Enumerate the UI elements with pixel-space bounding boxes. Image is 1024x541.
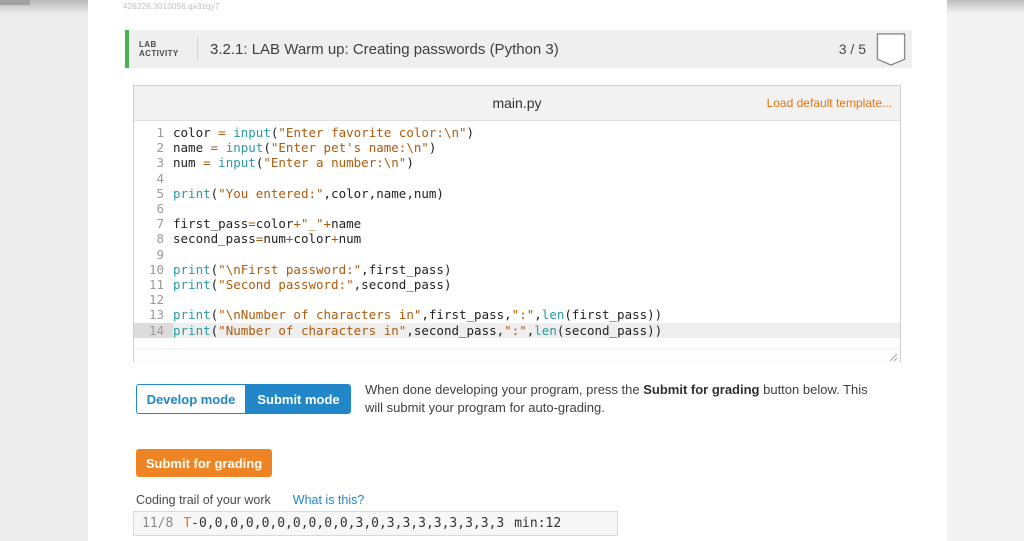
code-line[interactable]: 6 <box>134 201 900 216</box>
line-code: print("You entered:",color,name,num) <box>173 185 444 201</box>
line-number: 11 <box>148 277 164 293</box>
instructions-text: When done developing your program, press… <box>365 381 877 417</box>
page-left-margin <box>0 0 88 541</box>
line-number: 13 <box>148 307 164 323</box>
line-number: 6 <box>156 201 164 217</box>
develop-mode-button[interactable]: Develop mode <box>136 384 246 414</box>
line-number: 2 <box>156 140 164 156</box>
line-code: print("\nFirst password:",first_pass) <box>173 261 452 277</box>
coding-trail-row: Coding trail of your work What is this? <box>136 493 364 507</box>
editor-header: main.py Load default template... <box>134 86 900 121</box>
code-line[interactable]: 8 second_pass=num+color+num <box>134 231 900 246</box>
activity-title: 3.2.1: LAB Warm up: Creating passwords (… <box>210 40 559 58</box>
page-right-margin <box>947 0 1024 541</box>
submit-for-grading-button[interactable]: Submit for grading <box>136 449 272 477</box>
document-id: 426226.3010056.qx3zqy7 <box>123 2 220 11</box>
line-number: 5 <box>156 185 164 201</box>
bookmark-icon[interactable] <box>876 32 906 66</box>
line-number: 4 <box>156 170 164 186</box>
line-number: 1 <box>156 125 164 140</box>
line-code: color = input("Enter favorite color:\n") <box>173 125 475 140</box>
instructions-before: When done developing your program, press… <box>365 382 644 397</box>
code-line[interactable]: 3 num = input("Enter a number:\n") <box>134 155 900 170</box>
coding-trail-box: 11/8 T -0,0,0,0,0,0,0,0,0,0,3,0,3,3,3,3,… <box>133 511 618 536</box>
line-number: 8 <box>156 231 164 247</box>
code-line[interactable]: 5 print("You entered:",color,name,num) <box>134 186 900 201</box>
line-code: print("Number of characters in",second_p… <box>173 322 900 338</box>
line-number: 14 <box>134 322 173 338</box>
code-line[interactable]: 13 print("\nNumber of characters in",firs… <box>134 307 900 322</box>
code-line[interactable]: 12 <box>134 292 900 307</box>
trail-ratio: 11/8 <box>142 516 174 531</box>
lab-activity-kicker: LAB ACTIVITY <box>139 40 195 58</box>
code-line[interactable]: 1 color = input("Enter favorite color:\n"… <box>134 125 900 140</box>
code-area[interactable]: 1 color = input("Enter favorite color:\n"… <box>134 121 900 348</box>
code-line[interactable]: 14 print("Number of characters in",second… <box>134 322 900 338</box>
trail-values: -0,0,0,0,0,0,0,0,0,0,3,0,3,3,3,3,3,3,3,3 <box>191 516 505 531</box>
line-code: print("\nNumber of characters in",first_… <box>173 307 663 323</box>
mode-toggle: Develop mode Submit mode <box>136 384 351 414</box>
line-number: 7 <box>156 216 164 232</box>
header-divider <box>197 37 198 61</box>
kicker-line-2: ACTIVITY <box>139 49 179 58</box>
line-code: num = input("Enter a number:\n") <box>173 155 414 171</box>
code-line[interactable]: 11 print("Second password:",second_pass) <box>134 277 900 292</box>
filename-label: main.py <box>492 95 542 111</box>
top-left-strip <box>0 0 30 5</box>
code-lines: 1 color = input("Enter favorite color:\n"… <box>134 125 900 338</box>
lab-activity-header: LAB ACTIVITY 3.2.1: LAB Warm up: Creatin… <box>125 30 912 68</box>
trail-t-prefix: T <box>183 516 192 531</box>
trail-min: min:12 <box>514 516 562 531</box>
line-number: 12 <box>148 292 164 308</box>
line-code: print("Second password:",second_pass) <box>173 277 452 293</box>
submit-mode-button[interactable]: Submit mode <box>246 384 351 414</box>
line-code: first_pass=color+"_"+name <box>173 216 362 232</box>
kicker-line-1: LAB <box>139 40 157 49</box>
code-editor: main.py Load default template... 1 color … <box>133 85 901 363</box>
line-code: name = input("Enter pet's name:\n") <box>173 140 437 156</box>
what-is-this-link[interactable]: What is this? <box>293 493 365 507</box>
line-number: 10 <box>148 261 164 277</box>
code-line[interactable]: 10 print("\nFirst password:",first_pass) <box>134 262 900 277</box>
instructions-bold: Submit for grading <box>643 382 760 397</box>
line-number: 3 <box>156 155 164 171</box>
editor-resize-strip <box>134 348 900 363</box>
code-line[interactable]: 9 <box>134 247 900 262</box>
line-code: second_pass=num+color+num <box>173 231 362 247</box>
code-line[interactable]: 7 first_pass=color+"_"+name <box>134 216 900 231</box>
load-default-template-link[interactable]: Load default template... <box>767 86 892 120</box>
resize-grip-icon[interactable] <box>888 352 898 362</box>
code-line[interactable]: 4 <box>134 171 900 186</box>
code-line[interactable]: 2 name = input("Enter pet's name:\n") <box>134 140 900 155</box>
content-card: 426226.3010056.qx3zqy7 LAB ACTIVITY 3.2.… <box>88 0 947 541</box>
line-number: 9 <box>156 246 164 262</box>
coding-trail-label: Coding trail of your work <box>136 493 271 507</box>
score-indicator: 3 / 5 <box>838 41 866 57</box>
